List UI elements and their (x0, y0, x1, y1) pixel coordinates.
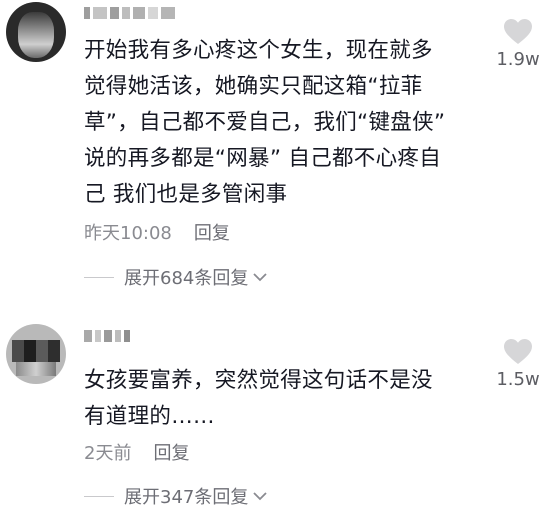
username-blurred[interactable] (84, 5, 175, 21)
divider-line (84, 276, 114, 278)
comment-text: 开始我有多心疼这个女生，现在就多 觉得她活该，她确实只配这箱“拉菲 草”，自己都… (84, 38, 446, 207)
avatar[interactable] (6, 324, 66, 384)
heart-icon (504, 339, 532, 364)
reply-button[interactable]: 回复 (153, 439, 189, 465)
reply-button[interactable]: 回复 (194, 219, 230, 245)
like-count: 1.9w (496, 49, 540, 70)
like-button[interactable]: 1.5w (490, 338, 546, 390)
username-blurred[interactable] (84, 328, 130, 344)
expand-replies-button[interactable]: 展开684条回复 (84, 264, 268, 290)
comment-item: 开始我有多心疼这个女生，现在就多 觉得她活该，她确实只配这箱“拉菲 草”，自己都… (0, 0, 550, 300)
comment-time: 2天前 (84, 443, 132, 464)
expand-replies-label: 展开684条回复 (124, 268, 249, 289)
like-button[interactable]: 1.9w (490, 18, 546, 70)
comment-text: 女孩要富养，突然觉得这句话不是没 有道理的…… (84, 368, 433, 429)
avatar[interactable] (6, 2, 66, 62)
expand-replies-button[interactable]: 展开347条回复 (84, 483, 268, 509)
like-count: 1.5w (496, 369, 540, 390)
divider-line (84, 495, 114, 497)
heart-icon (504, 19, 532, 44)
comment-time: 昨天10:08 (84, 223, 172, 244)
chevron-down-icon (253, 273, 267, 282)
comment-item: 女孩要富养，突然觉得这句话不是没 有道理的…… 2天前 回复 展开347条回复 … (0, 316, 550, 522)
comment-meta: 昨天10:08 回复 (84, 219, 230, 245)
expand-replies-label: 展开347条回复 (124, 487, 249, 508)
chevron-down-icon (253, 492, 267, 501)
comment-meta: 2天前 回复 (84, 439, 189, 465)
